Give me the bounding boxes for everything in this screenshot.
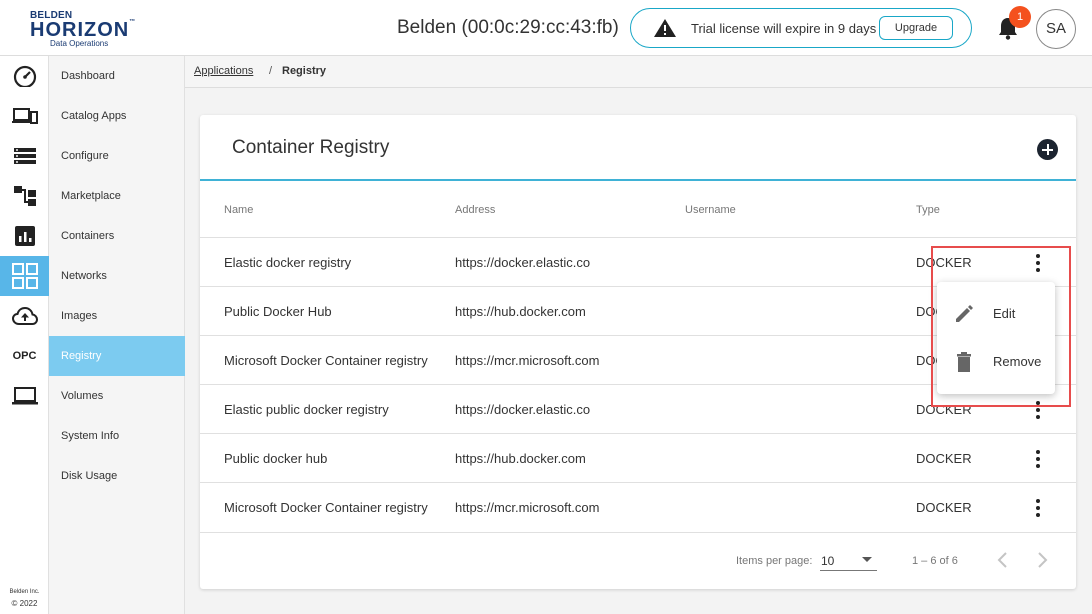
sidebar-item-containers[interactable]: Containers — [49, 216, 185, 256]
column-header-username: Username — [685, 204, 736, 216]
annotation-highlight-box — [931, 246, 1071, 407]
rail-upload[interactable] — [0, 296, 49, 336]
breadcrumb: Applications / Registry — [185, 56, 1092, 88]
row-address: https://hub.docker.com — [455, 304, 586, 319]
column-header-type: Type — [916, 204, 940, 216]
rail-catalog-apps[interactable] — [0, 96, 49, 136]
page-title: Container Registry — [232, 137, 390, 158]
row-name: Microsoft Docker Container registry — [224, 500, 428, 515]
user-avatar[interactable]: SA — [1036, 9, 1076, 49]
opc-label: OPC — [12, 350, 37, 362]
belden-horizon-logo[interactable]: BELDEN HORIZON™ Data Operations — [30, 8, 135, 50]
column-header-name: Name — [224, 204, 254, 216]
rail-configure[interactable] — [0, 136, 49, 176]
sidebar-item-disk-usage[interactable]: Disk Usage — [49, 456, 185, 496]
icon-rail: OPC Belden Inc. © 2022 — [0, 56, 49, 614]
sidebar-item-volumes[interactable]: Volumes — [49, 376, 185, 416]
bar-chart-icon — [14, 226, 35, 246]
device-title: Belden (00:0c:29:cc:43:fb) — [397, 17, 619, 38]
chevron-right-icon[interactable] — [1032, 549, 1052, 571]
row-type: DOCKER — [916, 451, 972, 466]
chevron-down-icon — [862, 557, 872, 562]
sidebar-item-images[interactable]: Images — [49, 296, 185, 336]
notification-count-badge: 1 — [1009, 6, 1031, 28]
add-circle-icon[interactable] — [1037, 139, 1058, 160]
top-header: BELDEN HORIZON™ Data Operations Belden (… — [0, 0, 1092, 56]
warning-icon — [654, 19, 676, 37]
sidebar-item-system-info[interactable]: System Info — [49, 416, 185, 456]
trial-license-banner: Trial license will expire in 9 days Upgr… — [630, 8, 972, 48]
chevron-left-icon[interactable] — [993, 549, 1013, 571]
row-name: Public Docker Hub — [224, 304, 332, 319]
more-vert-icon[interactable] — [1028, 498, 1048, 518]
hierarchy-icon — [13, 186, 36, 206]
footer-company: Belden Inc. — [9, 589, 40, 595]
breadcrumb-current: Registry — [282, 65, 327, 77]
pagination: Items per page: 10 1 – 6 of 6 — [200, 532, 1076, 589]
page-range: 1 – 6 of 6 — [912, 555, 958, 567]
breadcrumb-applications-link[interactable]: Applications — [194, 65, 253, 77]
rail-dashboard[interactable] — [0, 56, 49, 96]
sidebar-item-marketplace[interactable]: Marketplace — [49, 176, 185, 216]
laptop-icon — [11, 387, 38, 405]
row-address: https://docker.elastic.co — [455, 255, 591, 270]
items-per-page-label: Items per page: — [736, 555, 813, 567]
rail-footer: Belden Inc. © 2022 — [0, 586, 49, 610]
sidebar-item-catalog-apps[interactable]: Catalog Apps — [49, 96, 185, 136]
row-address: https://hub.docker.com — [455, 451, 586, 466]
rail-marketplace[interactable] — [0, 176, 49, 216]
items-per-page-select[interactable]: 10 — [820, 551, 877, 571]
sidebar-item-networks[interactable]: Networks — [49, 256, 185, 296]
logo-brand-sub: Data Operations — [50, 39, 109, 48]
row-type: DOCKER — [916, 500, 972, 515]
row-address: https://docker.elastic.co — [455, 402, 591, 417]
row-address: https://mcr.microsoft.com — [455, 500, 600, 515]
sidebar-item-dashboard[interactable]: Dashboard — [49, 56, 185, 96]
rail-opc[interactable]: OPC — [0, 336, 49, 376]
footer-year: © 2022 — [11, 599, 38, 608]
devices-icon — [11, 108, 38, 124]
row-name: Elastic public docker registry — [224, 402, 389, 417]
rail-containers[interactable] — [0, 216, 49, 256]
column-header-address: Address — [455, 204, 496, 216]
upgrade-button[interactable]: Upgrade — [879, 16, 953, 40]
row-name: Microsoft Docker Container registry — [224, 353, 428, 368]
table-row[interactable]: Public docker hub https://hub.docker.com… — [200, 433, 1076, 482]
row-name: Public docker hub — [224, 451, 328, 466]
row-name: Elastic docker registry — [224, 255, 352, 270]
trial-license-text: Trial license will expire in 9 days — [691, 21, 877, 36]
dashboard-gauge-icon — [13, 65, 36, 87]
rail-applications[interactable] — [0, 256, 49, 296]
grid-apps-icon — [11, 263, 38, 289]
cloud-upload-icon — [11, 306, 38, 325]
list-icon — [13, 148, 36, 164]
sidebar-nav: Dashboard Catalog Apps Configure Marketp… — [49, 56, 185, 614]
sidebar-item-registry[interactable]: Registry — [49, 336, 185, 376]
sidebar-item-configure[interactable]: Configure — [49, 136, 185, 176]
breadcrumb-separator: / — [269, 65, 273, 77]
more-vert-icon[interactable] — [1028, 449, 1048, 469]
rail-laptop[interactable] — [0, 376, 49, 416]
title-divider — [200, 179, 1076, 181]
table-row[interactable]: Microsoft Docker Container registry http… — [200, 482, 1076, 531]
items-per-page-value: 10 — [821, 554, 835, 568]
row-address: https://mcr.microsoft.com — [455, 353, 600, 368]
